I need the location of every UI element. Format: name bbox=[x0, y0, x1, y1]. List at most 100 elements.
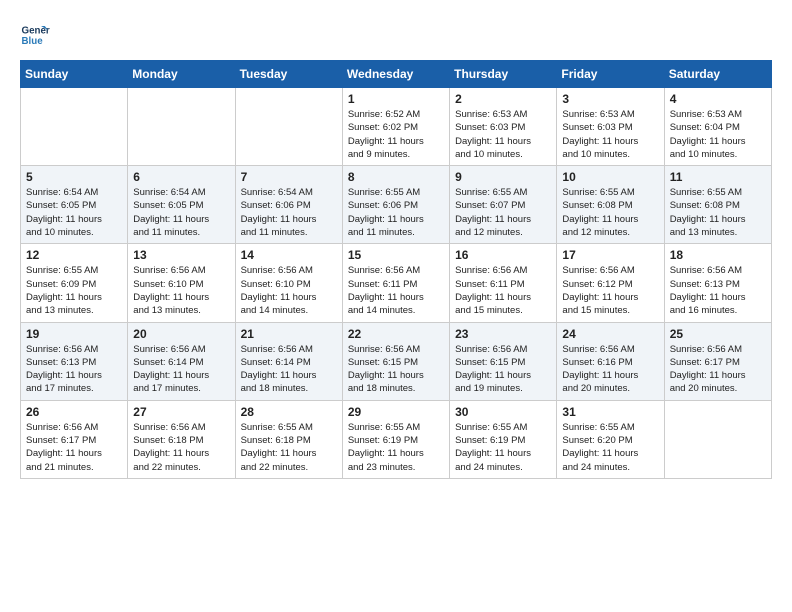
calendar-day-cell: 27Sunrise: 6:56 AM Sunset: 6:18 PM Dayli… bbox=[128, 400, 235, 478]
calendar-day-cell bbox=[128, 88, 235, 166]
calendar-day-cell: 23 Sunrise: 6:56 AM Sunset: 6:15 PM Dayli… bbox=[450, 322, 557, 400]
day-info: Sunrise: 6:56 AM Sunset: 6:10 PM Dayligh… bbox=[133, 264, 229, 317]
calendar-day-cell: 15 Sunrise: 6:56 AM Sunset: 6:11 PM Dayli… bbox=[342, 244, 449, 322]
calendar-day-cell: 6Sunrise: 6:54 AM Sunset: 6:05 PM Daylig… bbox=[128, 166, 235, 244]
calendar-day-cell: 10 Sunrise: 6:55 AM Sunset: 6:08 PM Dayli… bbox=[557, 166, 664, 244]
day-info: Sunrise: 6:56 AM Sunset: 6:12 PM Dayligh… bbox=[562, 264, 658, 317]
day-number: 17 bbox=[562, 248, 658, 262]
day-info: Sunrise: 6:55 AM Sunset: 6:08 PM Dayligh… bbox=[670, 186, 766, 239]
day-info: Sunrise: 6:56 AM Sunset: 6:17 PM Dayligh… bbox=[670, 343, 766, 396]
day-info: Sunrise: 6:55 AM Sunset: 6:19 PM Dayligh… bbox=[455, 421, 551, 474]
day-info: Sunrise: 6:56 AM Sunset: 6:14 PM Dayligh… bbox=[241, 343, 337, 396]
day-number: 22 bbox=[348, 327, 444, 341]
day-number: 6 bbox=[133, 170, 229, 184]
day-info: Sunrise: 6:55 AM Sunset: 6:20 PM Dayligh… bbox=[562, 421, 658, 474]
calendar-day-cell: 24 Sunrise: 6:56 AM Sunset: 6:16 PM Dayli… bbox=[557, 322, 664, 400]
calendar-body: 1 Sunrise: 6:52 AM Sunset: 6:02 PM Daylig… bbox=[21, 88, 772, 479]
day-number: 14 bbox=[241, 248, 337, 262]
day-info: Sunrise: 6:55 AM Sunset: 6:18 PM Dayligh… bbox=[241, 421, 337, 474]
day-number: 7 bbox=[241, 170, 337, 184]
calendar-day-cell: 2 Sunrise: 6:53 AM Sunset: 6:03 PM Daylig… bbox=[450, 88, 557, 166]
day-info: Sunrise: 6:56 AM Sunset: 6:14 PM Dayligh… bbox=[133, 343, 229, 396]
calendar-header-cell: Sunday bbox=[21, 61, 128, 88]
day-number: 24 bbox=[562, 327, 658, 341]
day-info: Sunrise: 6:56 AM Sunset: 6:17 PM Dayligh… bbox=[26, 421, 122, 474]
calendar-header-cell: Thursday bbox=[450, 61, 557, 88]
calendar-day-cell: 4Sunrise: 6:53 AM Sunset: 6:04 PM Daylig… bbox=[664, 88, 771, 166]
day-number: 8 bbox=[348, 170, 444, 184]
day-number: 9 bbox=[455, 170, 551, 184]
day-number: 2 bbox=[455, 92, 551, 106]
calendar-day-cell: 29Sunrise: 6:55 AM Sunset: 6:19 PM Dayli… bbox=[342, 400, 449, 478]
day-number: 10 bbox=[562, 170, 658, 184]
day-info: Sunrise: 6:56 AM Sunset: 6:15 PM Dayligh… bbox=[348, 343, 444, 396]
day-info: Sunrise: 6:55 AM Sunset: 6:19 PM Dayligh… bbox=[348, 421, 444, 474]
calendar-day-cell: 20 Sunrise: 6:56 AM Sunset: 6:14 PM Dayli… bbox=[128, 322, 235, 400]
day-number: 27 bbox=[133, 405, 229, 419]
day-info: Sunrise: 6:55 AM Sunset: 6:08 PM Dayligh… bbox=[562, 186, 658, 239]
calendar-day-cell: 3 Sunrise: 6:53 AM Sunset: 6:03 PM Daylig… bbox=[557, 88, 664, 166]
day-info: Sunrise: 6:54 AM Sunset: 6:06 PM Dayligh… bbox=[241, 186, 337, 239]
calendar-header-cell: Wednesday bbox=[342, 61, 449, 88]
calendar-day-cell: 18 Sunrise: 6:56 AM Sunset: 6:13 PM Dayli… bbox=[664, 244, 771, 322]
calendar-day-cell: 12Sunrise: 6:55 AM Sunset: 6:09 PM Dayli… bbox=[21, 244, 128, 322]
day-info: Sunrise: 6:52 AM Sunset: 6:02 PM Dayligh… bbox=[348, 108, 444, 161]
calendar-day-cell: 31 Sunrise: 6:55 AM Sunset: 6:20 PM Dayli… bbox=[557, 400, 664, 478]
day-number: 28 bbox=[241, 405, 337, 419]
day-number: 11 bbox=[670, 170, 766, 184]
day-info: Sunrise: 6:56 AM Sunset: 6:11 PM Dayligh… bbox=[348, 264, 444, 317]
day-info: Sunrise: 6:54 AM Sunset: 6:05 PM Dayligh… bbox=[26, 186, 122, 239]
calendar-header-cell: Friday bbox=[557, 61, 664, 88]
day-number: 20 bbox=[133, 327, 229, 341]
calendar-header-cell: Saturday bbox=[664, 61, 771, 88]
calendar-week-row: 26 Sunrise: 6:56 AM Sunset: 6:17 PM Dayli… bbox=[21, 400, 772, 478]
svg-text:Blue: Blue bbox=[22, 36, 44, 47]
calendar-day-cell: 25 Sunrise: 6:56 AM Sunset: 6:17 PM Dayli… bbox=[664, 322, 771, 400]
calendar-header-row: SundayMondayTuesdayWednesdayThursdayFrid… bbox=[21, 61, 772, 88]
day-info: Sunrise: 6:55 AM Sunset: 6:07 PM Dayligh… bbox=[455, 186, 551, 239]
calendar-day-cell: 1 Sunrise: 6:52 AM Sunset: 6:02 PM Daylig… bbox=[342, 88, 449, 166]
day-number: 25 bbox=[670, 327, 766, 341]
day-number: 21 bbox=[241, 327, 337, 341]
day-info: Sunrise: 6:53 AM Sunset: 6:03 PM Dayligh… bbox=[562, 108, 658, 161]
calendar-day-cell: 30 Sunrise: 6:55 AM Sunset: 6:19 PM Dayli… bbox=[450, 400, 557, 478]
day-info: Sunrise: 6:56 AM Sunset: 6:16 PM Dayligh… bbox=[562, 343, 658, 396]
day-number: 3 bbox=[562, 92, 658, 106]
day-info: Sunrise: 6:55 AM Sunset: 6:06 PM Dayligh… bbox=[348, 186, 444, 239]
day-info: Sunrise: 6:56 AM Sunset: 6:15 PM Dayligh… bbox=[455, 343, 551, 396]
day-number: 30 bbox=[455, 405, 551, 419]
day-number: 19 bbox=[26, 327, 122, 341]
day-number: 18 bbox=[670, 248, 766, 262]
calendar-day-cell: 16 Sunrise: 6:56 AM Sunset: 6:11 PM Dayli… bbox=[450, 244, 557, 322]
day-number: 1 bbox=[348, 92, 444, 106]
day-number: 13 bbox=[133, 248, 229, 262]
calendar-week-row: 5Sunrise: 6:54 AM Sunset: 6:05 PM Daylig… bbox=[21, 166, 772, 244]
calendar-day-cell: 9 Sunrise: 6:55 AM Sunset: 6:07 PM Daylig… bbox=[450, 166, 557, 244]
day-info: Sunrise: 6:56 AM Sunset: 6:11 PM Dayligh… bbox=[455, 264, 551, 317]
day-number: 26 bbox=[26, 405, 122, 419]
day-number: 31 bbox=[562, 405, 658, 419]
day-info: Sunrise: 6:56 AM Sunset: 6:10 PM Dayligh… bbox=[241, 264, 337, 317]
logo: General Blue bbox=[20, 20, 50, 50]
logo-icon: General Blue bbox=[20, 20, 50, 50]
day-number: 16 bbox=[455, 248, 551, 262]
calendar-day-cell: 14 Sunrise: 6:56 AM Sunset: 6:10 PM Dayli… bbox=[235, 244, 342, 322]
day-number: 23 bbox=[455, 327, 551, 341]
calendar-day-cell: 26 Sunrise: 6:56 AM Sunset: 6:17 PM Dayli… bbox=[21, 400, 128, 478]
calendar-day-cell: 11 Sunrise: 6:55 AM Sunset: 6:08 PM Dayli… bbox=[664, 166, 771, 244]
calendar-table: SundayMondayTuesdayWednesdayThursdayFrid… bbox=[20, 60, 772, 479]
day-info: Sunrise: 6:53 AM Sunset: 6:03 PM Dayligh… bbox=[455, 108, 551, 161]
calendar-week-row: 12Sunrise: 6:55 AM Sunset: 6:09 PM Dayli… bbox=[21, 244, 772, 322]
calendar-week-row: 19 Sunrise: 6:56 AM Sunset: 6:13 PM Dayli… bbox=[21, 322, 772, 400]
calendar-day-cell: 21 Sunrise: 6:56 AM Sunset: 6:14 PM Dayli… bbox=[235, 322, 342, 400]
calendar-day-cell: 5Sunrise: 6:54 AM Sunset: 6:05 PM Daylig… bbox=[21, 166, 128, 244]
calendar-day-cell bbox=[664, 400, 771, 478]
calendar-day-cell: 13 Sunrise: 6:56 AM Sunset: 6:10 PM Dayli… bbox=[128, 244, 235, 322]
calendar-day-cell: 22 Sunrise: 6:56 AM Sunset: 6:15 PM Dayli… bbox=[342, 322, 449, 400]
day-info: Sunrise: 6:56 AM Sunset: 6:13 PM Dayligh… bbox=[26, 343, 122, 396]
calendar-day-cell bbox=[21, 88, 128, 166]
day-number: 4 bbox=[670, 92, 766, 106]
day-info: Sunrise: 6:56 AM Sunset: 6:13 PM Dayligh… bbox=[670, 264, 766, 317]
day-number: 15 bbox=[348, 248, 444, 262]
calendar-day-cell: 17 Sunrise: 6:56 AM Sunset: 6:12 PM Dayli… bbox=[557, 244, 664, 322]
